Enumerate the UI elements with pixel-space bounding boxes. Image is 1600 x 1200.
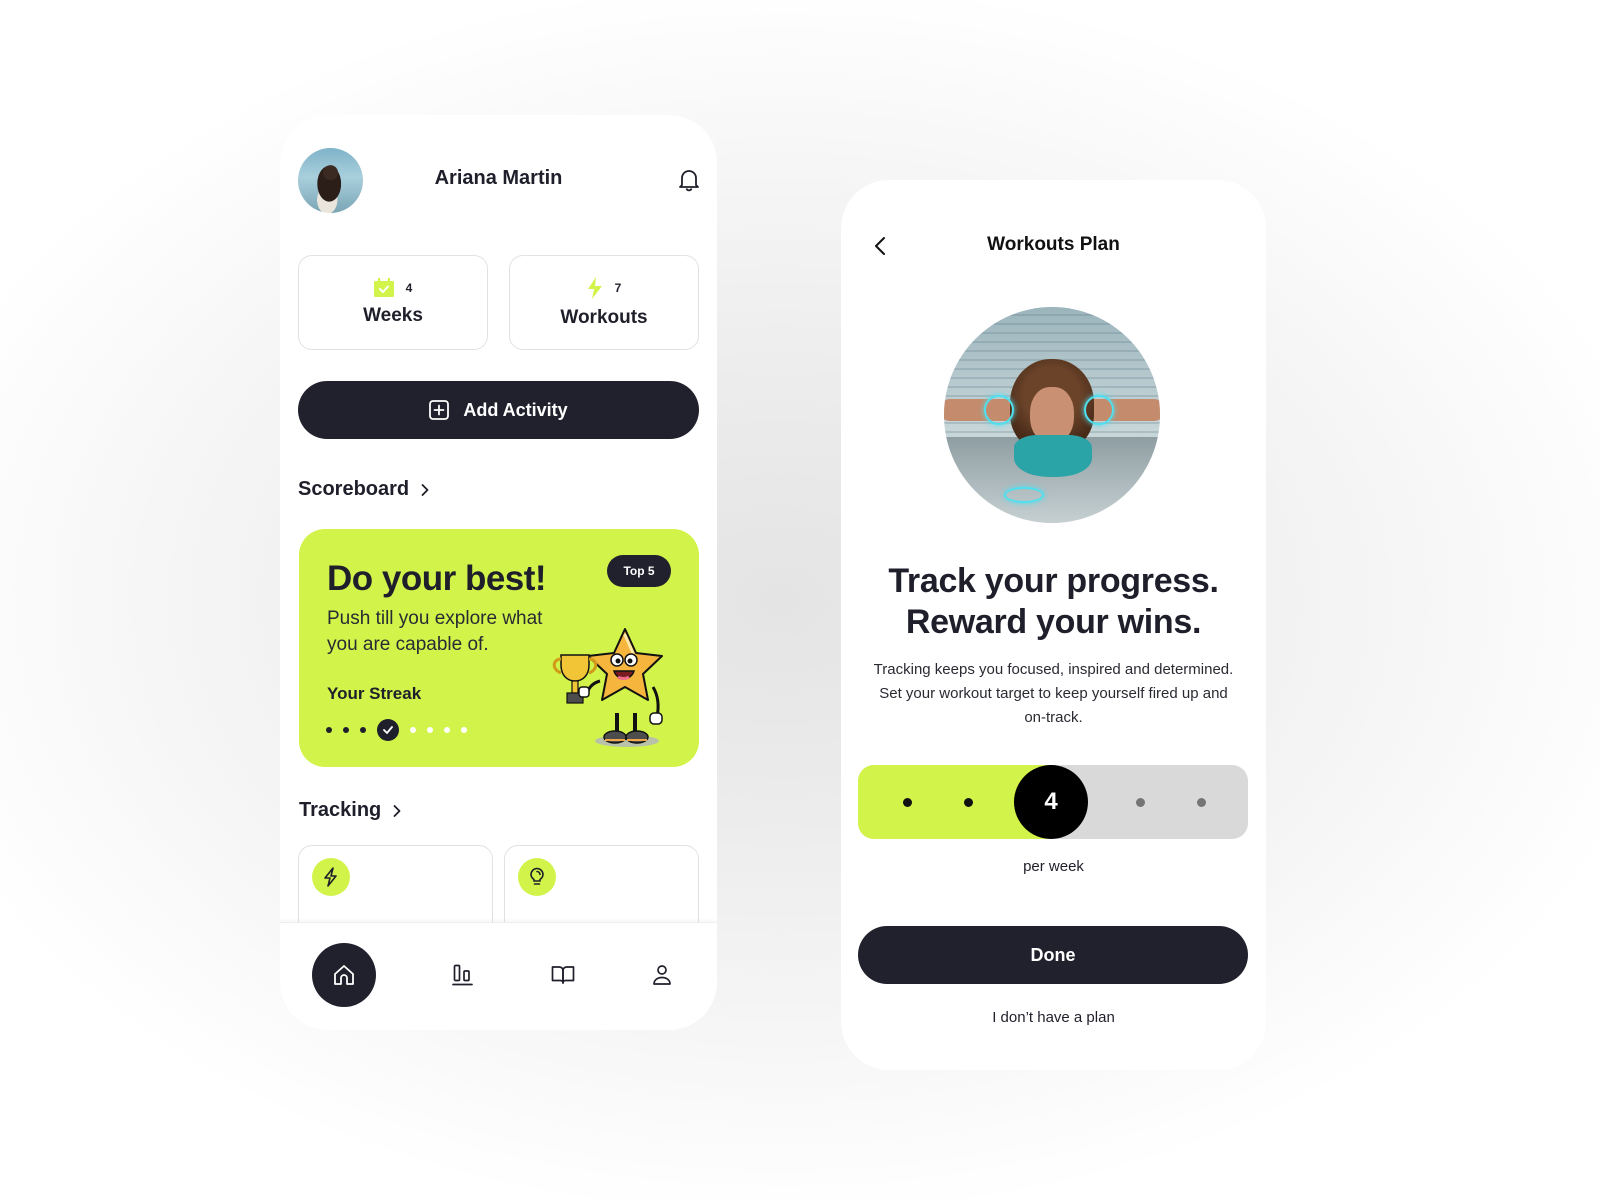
- selector-option-3[interactable]: [938, 765, 998, 839]
- lightbulb-icon: [530, 867, 544, 885]
- page-title: Workouts Plan: [987, 234, 1120, 255]
- tracking-title: Tracking: [299, 799, 382, 821]
- selector-knob[interactable]: 4: [1014, 765, 1088, 839]
- streak-day-completed: [360, 727, 366, 733]
- option-dot: [902, 797, 912, 807]
- lightning-icon: [587, 276, 602, 299]
- option-dot: [1135, 797, 1145, 807]
- bottom-nav: [280, 922, 717, 1030]
- rank-badge: Top 5: [607, 555, 671, 587]
- stat-card-weeks[interactable]: 4 Weeks: [298, 255, 488, 350]
- add-activity-label: Add Activity: [463, 399, 568, 420]
- streak-day-upcoming: [427, 727, 433, 733]
- workouts-count: 7: [614, 280, 622, 295]
- streak-day-upcoming: [461, 727, 467, 733]
- workouts-label: Workouts: [560, 306, 648, 328]
- option-dot: [963, 797, 973, 807]
- selector-option-6[interactable]: [1171, 765, 1231, 839]
- streak-day-current: [377, 719, 399, 741]
- selector-option-2[interactable]: [877, 765, 937, 839]
- done-button[interactable]: Done: [858, 926, 1248, 984]
- nav-library[interactable]: [531, 943, 595, 1007]
- scoreboard-title: Scoreboard: [298, 478, 410, 500]
- score-card-heading: Do your best!: [327, 559, 547, 598]
- chevron-right-icon: [393, 804, 401, 817]
- check-icon: [383, 726, 393, 734]
- bell-icon[interactable]: [677, 167, 701, 193]
- hud-ring: [984, 395, 1014, 425]
- streak-day-completed: [326, 727, 332, 733]
- book-icon: [551, 966, 575, 984]
- nav-home[interactable]: [312, 943, 376, 1007]
- option-dot: [1196, 797, 1206, 807]
- chevron-right-icon: [421, 483, 429, 496]
- home-icon: [334, 965, 354, 985]
- add-activity-button[interactable]: Add Activity: [298, 381, 699, 439]
- streak-day-upcoming: [410, 727, 416, 733]
- hero-heading-line1: Track your progress.: [888, 562, 1219, 600]
- star-mascot-illustration: [552, 628, 663, 747]
- stat-card-workouts[interactable]: 7 Workouts: [509, 255, 699, 350]
- streak-day-upcoming: [444, 727, 450, 733]
- bar-chart-icon: [452, 964, 473, 986]
- score-card-subtext: Push till you explore what you are capab…: [327, 608, 543, 655]
- hud-ring: [1084, 395, 1114, 425]
- streak-day-completed: [343, 727, 349, 733]
- weeks-label: Weeks: [363, 305, 423, 326]
- selector-unit-label: per week: [1023, 858, 1084, 875]
- selector-option-5[interactable]: [1110, 765, 1170, 839]
- tracking-link[interactable]: Tracking: [299, 799, 401, 822]
- home-screen: Ariana Martin 4 Weeks 7 Workouts Add Act…: [280, 115, 717, 1030]
- user-icon: [653, 965, 671, 985]
- calendar-check-icon: [373, 278, 394, 297]
- hero-heading-line2: Reward your wins.: [905, 603, 1202, 641]
- lightning-icon: [324, 867, 337, 887]
- hero-heading: Track your progress. Reward your wins.: [841, 561, 1266, 643]
- tracking-energy-badge: [312, 858, 350, 896]
- scoreboard-link[interactable]: Scoreboard: [298, 478, 429, 501]
- weeks-count: 4: [405, 280, 413, 295]
- hero-description: Tracking keeps you focused, inspired and…: [873, 661, 1234, 726]
- streak-indicator: [326, 719, 467, 741]
- workouts-plan-screen: Workouts Plan Track your progress. Rewar…: [841, 180, 1266, 1070]
- nav-profile[interactable]: [630, 943, 694, 1007]
- nav-stats[interactable]: [431, 943, 495, 1007]
- no-plan-link[interactable]: I don’t have a plan: [841, 1009, 1266, 1026]
- user-name: Ariana Martin: [434, 167, 563, 189]
- hero-workout-photo: [944, 307, 1160, 523]
- scoreboard-card[interactable]: Do your best! Top 5 Push till you explor…: [299, 529, 699, 767]
- photo-top: [1014, 435, 1092, 477]
- streak-label: Your Streak: [327, 684, 422, 703]
- plus-square-icon: [429, 400, 450, 420]
- tracking-ideas-badge: [518, 858, 556, 896]
- workouts-per-week-selector[interactable]: 4: [858, 765, 1248, 839]
- hud-ring: [1004, 487, 1044, 503]
